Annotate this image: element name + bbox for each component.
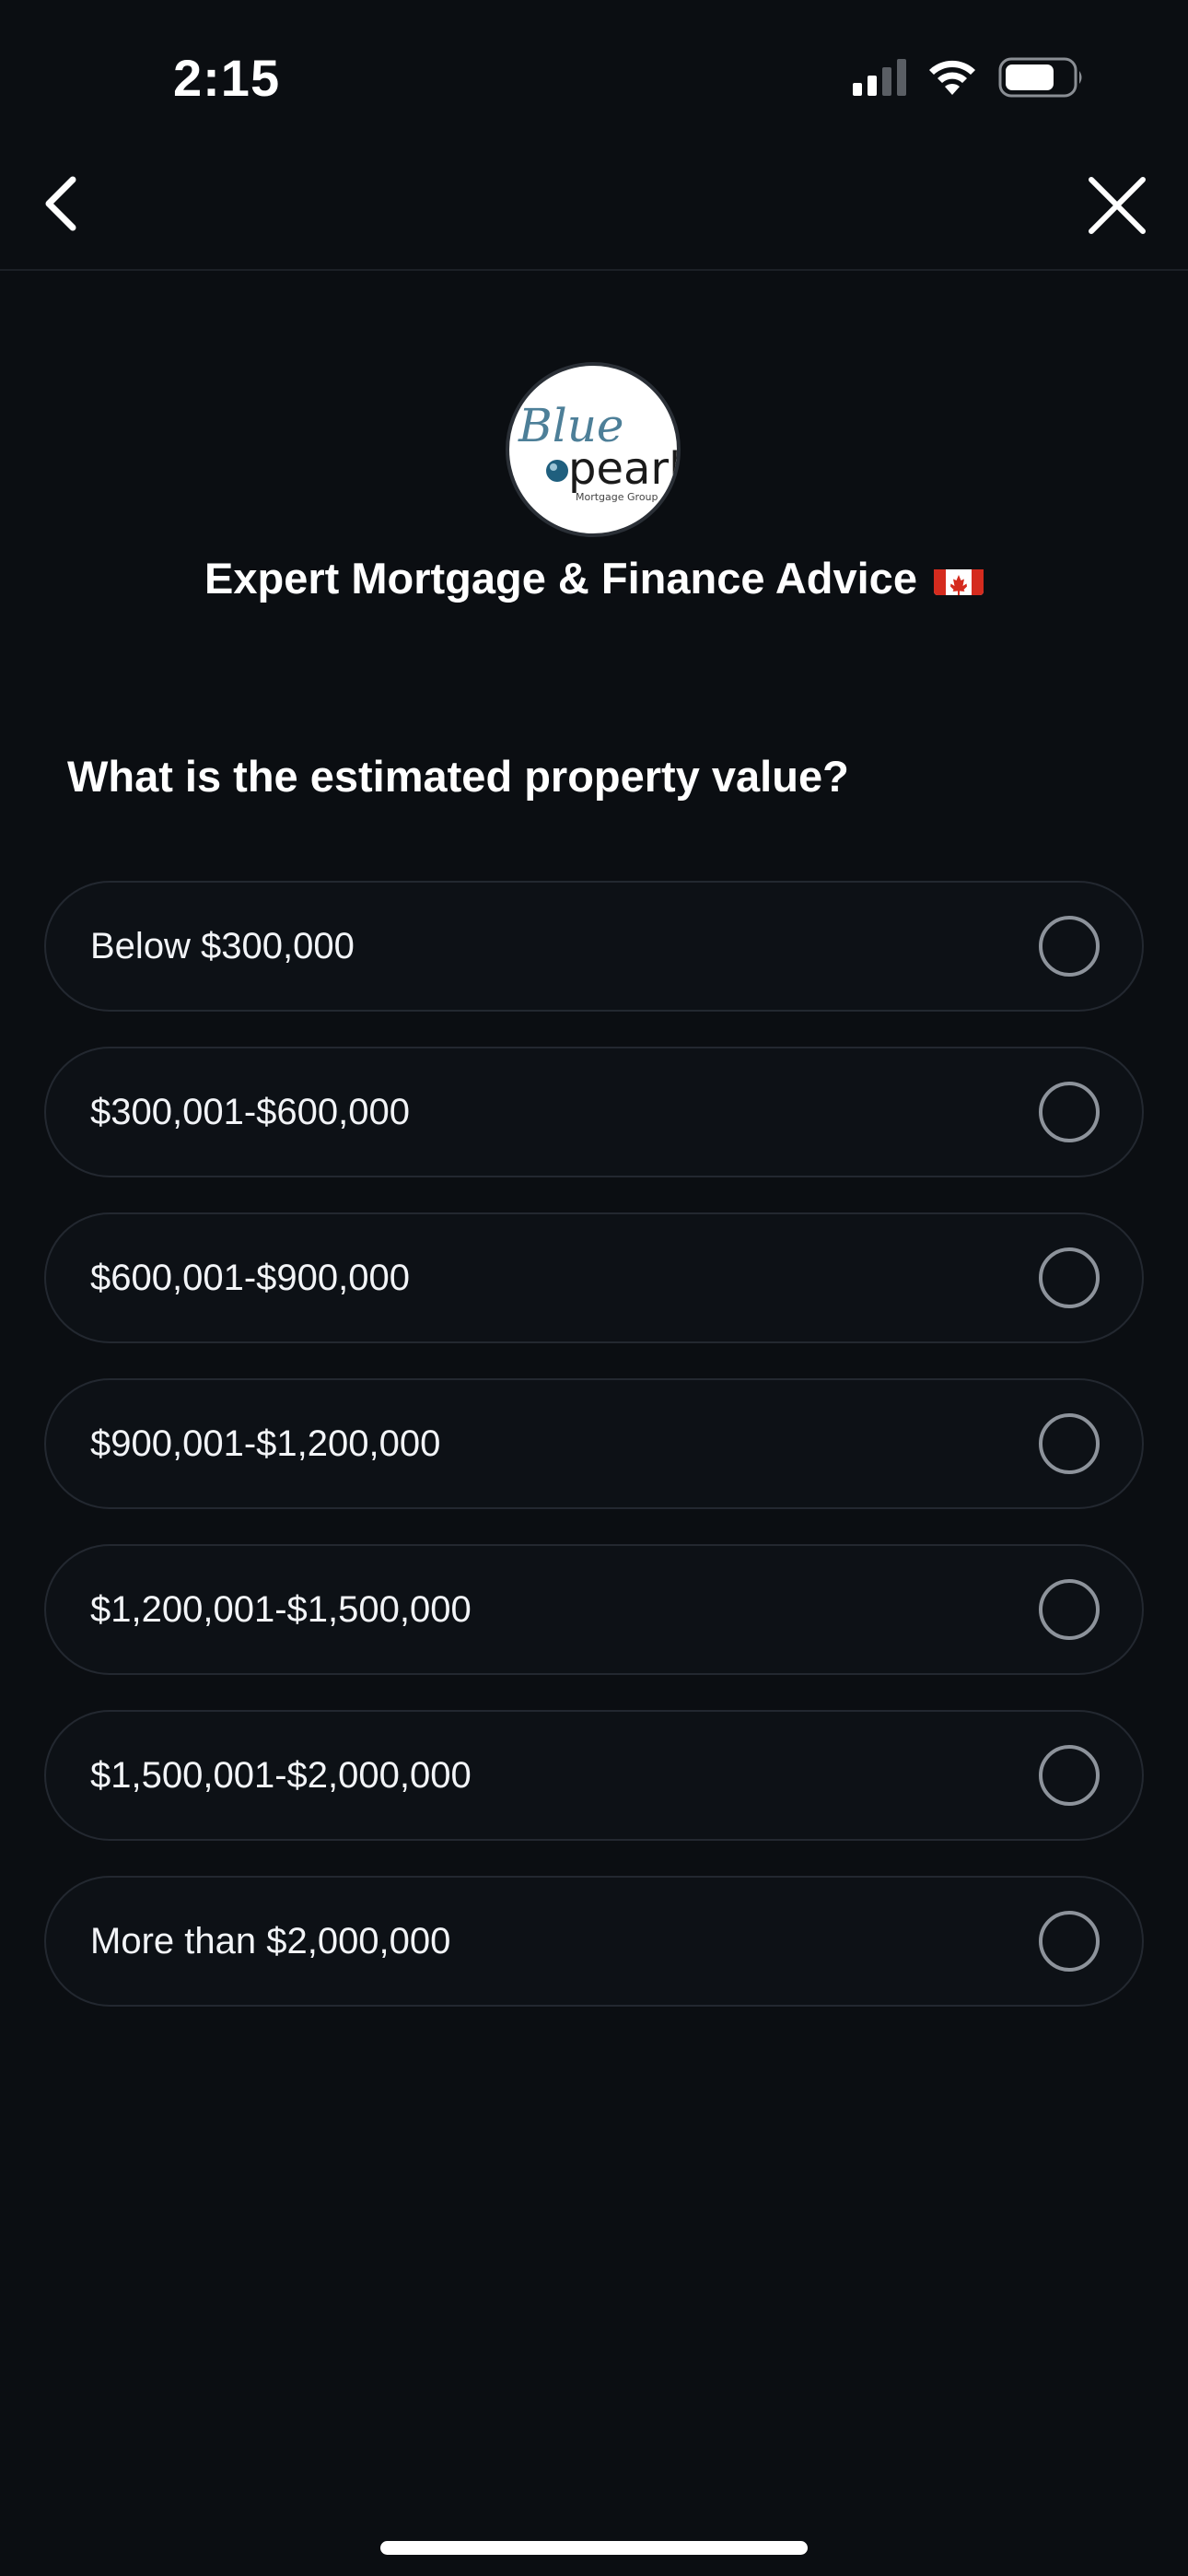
canada-flag-icon xyxy=(933,562,984,595)
option-1200001-1500000[interactable]: $1,200,001-$1,500,000 xyxy=(44,1544,1144,1675)
logo-sub-text: Mortgage Group xyxy=(576,491,658,503)
back-button[interactable] xyxy=(28,173,92,238)
question-heading: What is the estimated property value? xyxy=(67,752,849,801)
brand-title-text: Expert Mortgage & Finance Advice xyxy=(204,554,917,603)
close-button[interactable] xyxy=(1083,173,1151,241)
option-label: $1,200,001-$1,500,000 xyxy=(90,1588,472,1630)
option-label: $1,500,001-$2,000,000 xyxy=(90,1754,472,1796)
option-300001-600000[interactable]: $300,001-$600,000 xyxy=(44,1047,1144,1177)
option-1500001-2000000[interactable]: $1,500,001-$2,000,000 xyxy=(44,1710,1144,1841)
brand-logo: Blue pearl Mortgage Group xyxy=(506,362,681,537)
radio-button[interactable] xyxy=(1039,916,1100,977)
radio-button[interactable] xyxy=(1039,1911,1100,1972)
logo-word-text: pearl xyxy=(568,443,677,495)
options-list: Below $300,000 $300,001-$600,000 $600,00… xyxy=(44,881,1144,2042)
radio-button[interactable] xyxy=(1039,1579,1100,1640)
wifi-icon xyxy=(926,58,978,101)
radio-button[interactable] xyxy=(1039,1745,1100,1806)
brand-title: Expert Mortgage & Finance Advice xyxy=(0,553,1188,603)
cellular-signal-icon xyxy=(853,59,906,100)
option-label: More than $2,000,000 xyxy=(90,1920,451,1961)
option-label: $300,001-$600,000 xyxy=(90,1091,410,1132)
chevron-left-icon xyxy=(40,174,80,238)
option-label: $900,001-$1,200,000 xyxy=(90,1423,441,1464)
status-time: 2:15 xyxy=(173,49,281,107)
option-label: $600,001-$900,000 xyxy=(90,1257,410,1298)
option-label: Below $300,000 xyxy=(90,925,355,966)
home-indicator[interactable] xyxy=(380,2541,808,2555)
option-900001-1200000[interactable]: $900,001-$1,200,000 xyxy=(44,1378,1144,1509)
option-600001-900000[interactable]: $600,001-$900,000 xyxy=(44,1212,1144,1343)
radio-button[interactable] xyxy=(1039,1413,1100,1474)
nav-bar xyxy=(0,138,1188,271)
close-icon xyxy=(1087,175,1147,240)
radio-button[interactable] xyxy=(1039,1082,1100,1142)
option-more-than-2000000[interactable]: More than $2,000,000 xyxy=(44,1876,1144,2007)
radio-button[interactable] xyxy=(1039,1247,1100,1308)
battery-icon xyxy=(998,57,1085,102)
option-below-300000[interactable]: Below $300,000 xyxy=(44,881,1144,1012)
status-bar: 2:15 xyxy=(0,0,1188,138)
status-icons xyxy=(853,57,1085,102)
